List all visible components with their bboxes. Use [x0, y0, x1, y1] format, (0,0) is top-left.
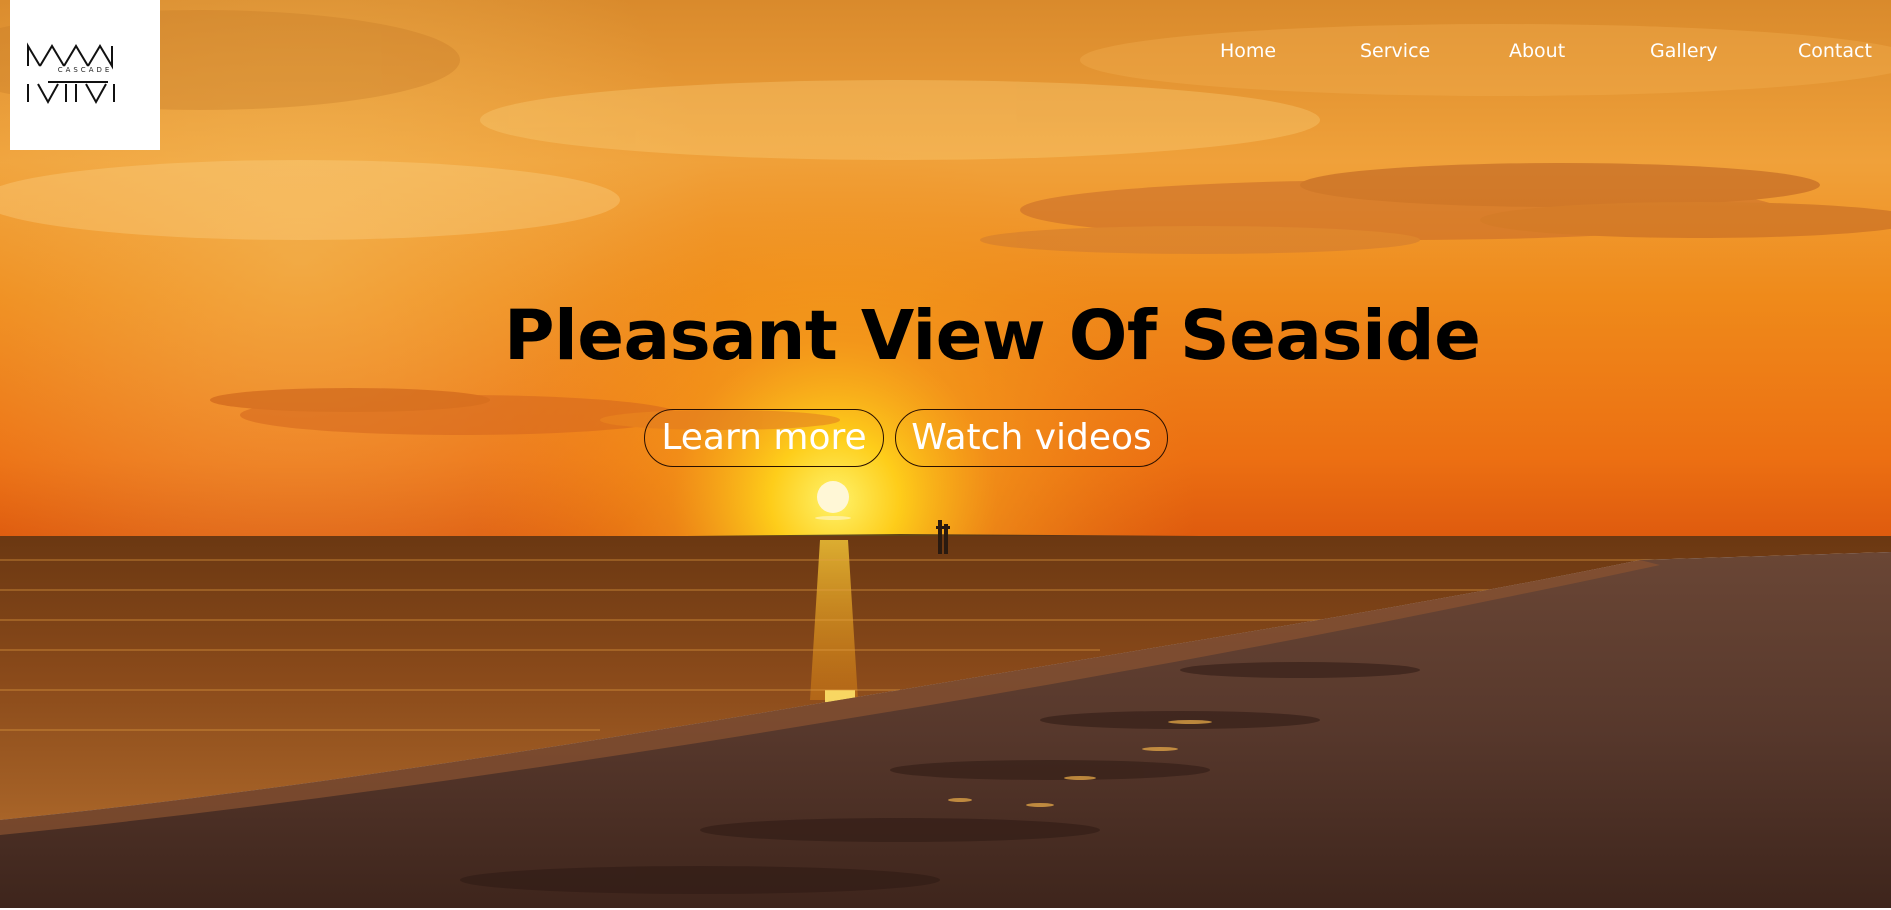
nav-contact[interactable]: Contact	[1798, 40, 1872, 62]
main-nav: Home Service About Gallery Contact	[0, 40, 1891, 66]
nav-service[interactable]: Service	[1360, 40, 1430, 62]
logo-mark-icon	[27, 42, 115, 105]
logo-text: CASCADE	[57, 66, 113, 74]
watch-videos-button[interactable]: Watch videos	[895, 409, 1168, 467]
nav-home[interactable]: Home	[1220, 40, 1276, 62]
learn-more-button[interactable]: Learn more	[644, 409, 884, 467]
hero-section: CASCADE Home Service About Gallery Conta…	[0, 0, 1891, 908]
hero-title: Pleasant View Of Seaside	[504, 296, 1481, 376]
logo[interactable]: CASCADE	[10, 0, 160, 150]
nav-about[interactable]: About	[1509, 40, 1565, 62]
nav-gallery[interactable]: Gallery	[1650, 40, 1718, 62]
